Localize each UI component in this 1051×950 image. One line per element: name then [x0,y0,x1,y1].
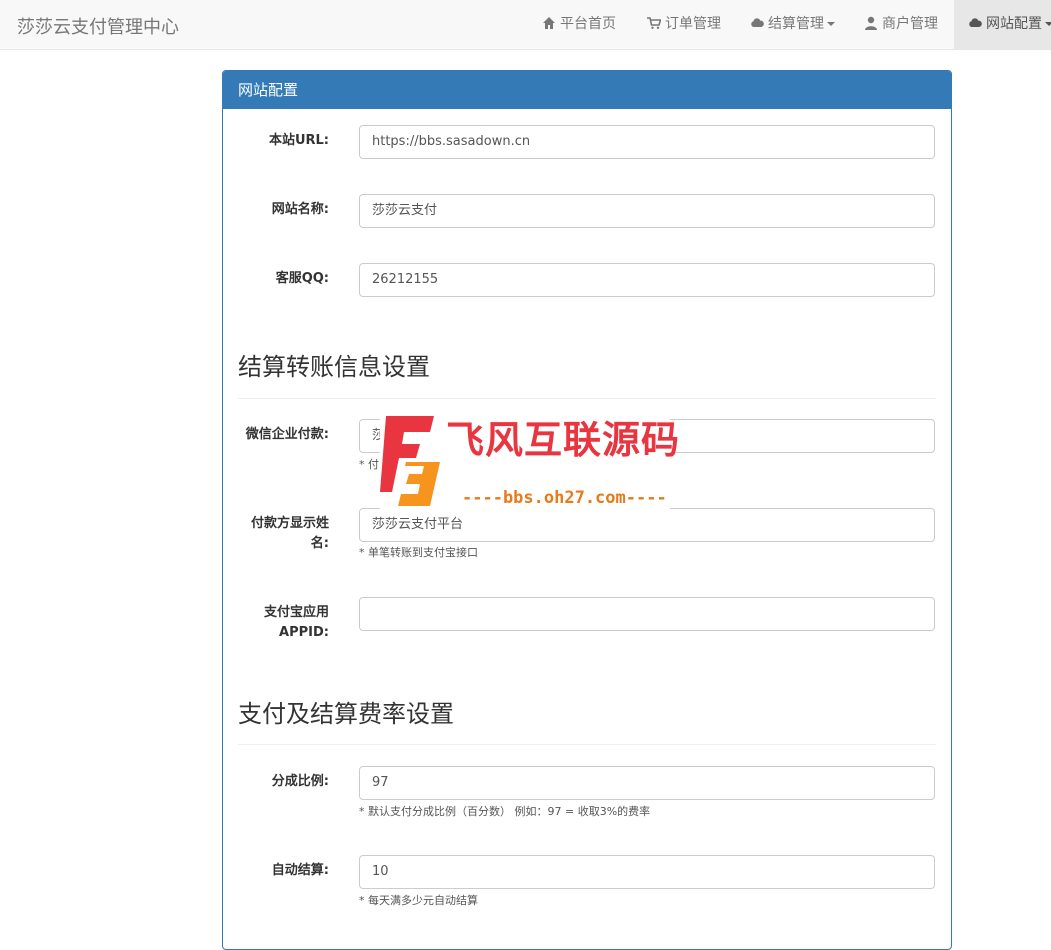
nav-item-label: 商户管理 [882,16,938,32]
payer-name-help: * 单笔转账到支付宝接口 [359,546,478,559]
watermark: 飞风互联源码 ----bbs.oh27.com---- [380,412,679,512]
auto-settle-label: 自动结算: [271,863,329,878]
nav-item-settlement[interactable]: 结算管理 [750,0,835,49]
service-qq-label: 客服QQ: [275,271,329,286]
watermark-url: ----bbs.oh27.com---- [462,488,667,508]
divider [238,398,936,399]
nav-item-label: 订单管理 [665,16,721,32]
nav-item-label: 平台首页 [560,16,616,32]
section-title-rate: 支付及结算费率设置 [238,700,454,728]
home-icon [542,16,556,30]
site-name-label: 网站名称: [271,202,329,217]
nav-item-home[interactable]: 平台首页 [542,0,616,49]
brand-title[interactable]: 莎莎云支付管理中心 [17,13,179,39]
divider [238,744,936,745]
split-ratio-help: * 默认支付分成比例（百分数） 例如：97 = 收取3%的费率 [359,805,651,818]
watermark-logo-icon [380,414,442,512]
nav-item-orders[interactable]: 订单管理 [647,0,721,49]
split-ratio-input[interactable]: 97 [359,766,935,800]
auto-settle-help: * 每天满多少元自动结算 [359,894,478,907]
chevron-down-icon [1045,22,1051,26]
section-title-transfer: 结算转账信息设置 [238,353,430,381]
wechat-pay-help: * 付 [359,458,379,471]
cloud-icon [750,16,764,30]
site-url-input[interactable]: https://bbs.sasadown.cn [359,125,935,159]
payer-name-label-line2: 名: [310,536,329,551]
nav-item-site-config[interactable]: 网站配置 [954,0,1051,49]
top-navbar: 莎莎云支付管理中心 平台首页 订单管理 结算管理 商户管理 网站配置 [0,0,1051,50]
chevron-down-icon [827,22,835,26]
auto-settle-input[interactable]: 10 [359,855,935,889]
nav-item-label: 网站配置 [986,16,1042,32]
service-qq-input[interactable]: 26212155 [359,263,935,297]
site-name-input[interactable]: 莎莎云支付 [359,194,935,228]
payer-name-label-line1: 付款方显示姓 [250,516,329,531]
alipay-appid-label-line2: APPID: [279,625,329,640]
split-ratio-label: 分成比例: [271,774,329,789]
nav-item-merchant[interactable]: 商户管理 [864,0,938,49]
site-url-label: 本站URL: [268,133,329,148]
payer-name-input[interactable]: 莎莎云支付平台 [359,508,935,542]
alipay-appid-label-line1: 支付宝应用 [263,605,329,620]
cart-icon [647,16,661,30]
wechat-pay-label: 微信企业付款: [245,427,329,442]
panel-title: 网站配置 [223,71,951,109]
user-icon [864,16,878,30]
watermark-title: 飞风互联源码 [446,418,681,462]
cloud-icon [968,16,982,30]
nav-item-label: 结算管理 [768,16,824,32]
alipay-appid-input[interactable] [359,597,935,631]
